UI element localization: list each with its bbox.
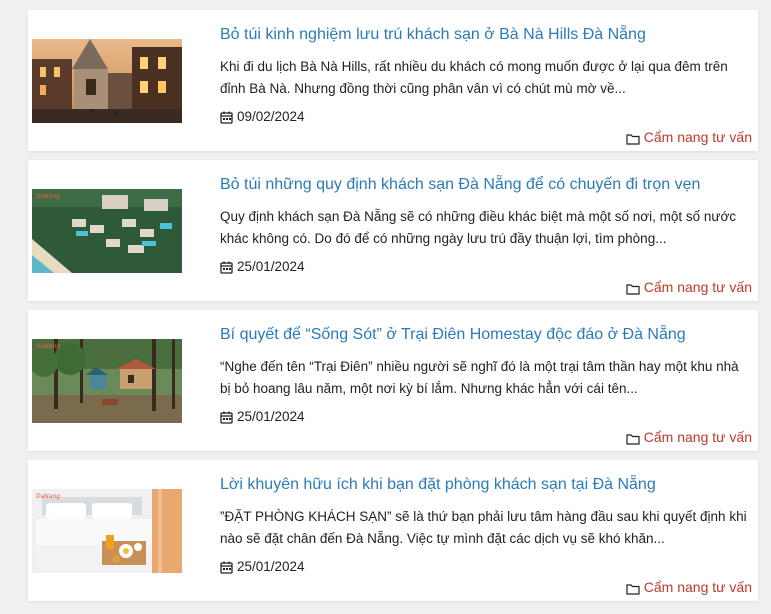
post-card: Bỏ túi kinh nghiệm lưu trú khách sạn ở B… (28, 10, 758, 151)
post-date: 25/01/2024 (220, 258, 305, 276)
post-card: DaNang Bỏ túi những quy định khách sạn Đ… (28, 160, 758, 301)
post-title-link[interactable]: Bí quyết để “Sống Sót” ở Trại Điên Homes… (220, 325, 750, 345)
post-excerpt: ”ĐẶT PHÒNG KHÁCH SẠN” sẽ là thứ bạn phải… (220, 509, 747, 546)
post-date: 09/02/2024 (220, 108, 305, 126)
post-category-link[interactable]: Cẩm nang tư vấn (626, 128, 752, 146)
post-date-text: 25/01/2024 (237, 409, 305, 424)
post-category-text: Cẩm nang tư vấn (643, 579, 752, 595)
post-category-text: Cẩm nang tư vấn (643, 279, 752, 295)
svg-text:DaNang: DaNang (36, 493, 60, 500)
post-thumbnail[interactable]: DaNang (32, 339, 182, 423)
post-category-link[interactable]: Cẩm nang tư vấn (626, 578, 752, 596)
calendar-icon (220, 111, 233, 124)
calendar-icon (220, 561, 233, 574)
post-category-text: Cẩm nang tư vấn (643, 429, 752, 445)
svg-text:DaNang: DaNang (36, 343, 60, 350)
post-category-link[interactable]: Cẩm nang tư vấn (626, 428, 752, 446)
french-village-photo (32, 39, 182, 123)
hotel-room-breakfast-photo: DaNang (32, 489, 182, 573)
post-thumbnail[interactable] (32, 39, 182, 123)
post-card: DaNang Bí quyết để “Sống Sót” ở Trại Điê… (28, 310, 758, 451)
folder-icon (626, 581, 640, 595)
post-title-link[interactable]: Bỏ túi kinh nghiệm lưu trú khách sạn ở B… (220, 25, 750, 45)
post-thumbnail[interactable]: DaNang (32, 489, 182, 573)
post-date: 25/01/2024 (220, 408, 305, 426)
calendar-icon (220, 261, 233, 274)
forest-homestay-photo: DaNang (32, 339, 182, 423)
post-title-link[interactable]: Lời khuyên hữu ích khi bạn đặt phòng khá… (220, 475, 750, 495)
post-date-text: 25/01/2024 (237, 559, 305, 574)
post-excerpt: Khi đi du lịch Bà Nà Hills, rất nhiều du… (220, 59, 728, 96)
calendar-icon (220, 411, 233, 424)
svg-text:DaNang: DaNang (36, 193, 60, 200)
post-excerpt: “Nghe đến tên “Trại Điên” nhiều người sẽ… (220, 359, 739, 396)
post-thumbnail[interactable]: DaNang (32, 189, 182, 273)
post-card: DaNang Lời khuyên hữu ích khi bạn đặt ph… (28, 460, 758, 601)
post-title-link[interactable]: Bỏ túi những quy định khách sạn Đà Nẵng … (220, 175, 750, 195)
folder-icon (626, 131, 640, 145)
folder-icon (626, 281, 640, 295)
post-category-text: Cẩm nang tư vấn (643, 129, 752, 145)
post-excerpt: Quy định khách sạn Đà Nẵng sẽ có những đ… (220, 209, 737, 246)
post-date: 25/01/2024 (220, 558, 305, 576)
post-category-link[interactable]: Cẩm nang tư vấn (626, 278, 752, 296)
post-date-text: 09/02/2024 (237, 109, 305, 124)
folder-icon (626, 431, 640, 445)
beach-resort-photo: DaNang (32, 189, 182, 273)
post-date-text: 25/01/2024 (237, 259, 305, 274)
